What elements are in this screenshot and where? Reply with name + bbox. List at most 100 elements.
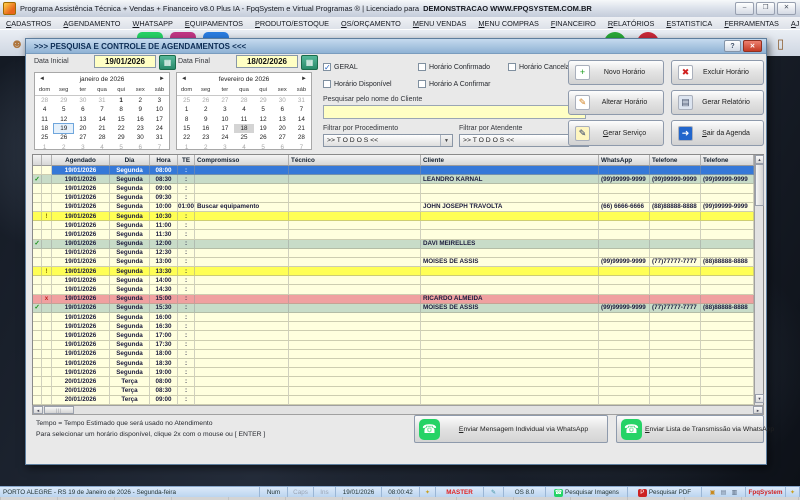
calendar-day[interactable]: 23 — [131, 124, 150, 133]
schedule-row[interactable]: 19/01/2026 Segunda 09:30: — [33, 193, 754, 203]
calendar-day[interactable]: 13 — [73, 115, 92, 124]
schedule-row[interactable]: 19/01/2026 Segunda 13:00: MOISES DE ASSIS (9… — [33, 257, 754, 268]
schedule-row[interactable]: 19/01/2026 Segunda 17:30: — [33, 340, 754, 350]
menu-menu-vendas[interactable]: MENU VENDAS — [407, 19, 473, 28]
calendar-day[interactable]: 6 — [131, 143, 150, 152]
schedule-row[interactable]: ! 19/01/2026 Segunda 10:30: — [33, 211, 754, 222]
date-start-field[interactable]: 19/01/2026 — [94, 55, 156, 68]
calendar-day[interactable]: 6 — [73, 105, 92, 114]
calendar-day[interactable]: 28 — [92, 133, 111, 142]
calendar-day[interactable]: 27 — [273, 133, 292, 142]
calendar-day[interactable]: 3 — [73, 143, 92, 152]
calendar-next-icon[interactable]: ► — [297, 76, 311, 82]
calendar-day[interactable]: 7 — [92, 105, 111, 114]
calendar-day[interactable]: 31 — [150, 133, 169, 142]
column-header-te[interactable]: TE — [178, 155, 195, 166]
calendar-day[interactable]: 15 — [112, 115, 131, 124]
calendar-day[interactable]: 20 — [73, 124, 92, 133]
calendar-day[interactable]: 1 — [35, 143, 54, 152]
enviar-lista-de-transmiss-o-via-whatsapp-button[interactable]: ☎ Enviar Lista de Transmissão via WhatsAp… — [616, 415, 774, 443]
calendar-day[interactable]: 31 — [92, 96, 111, 105]
checkbox-box[interactable] — [418, 80, 426, 88]
calendar-day[interactable]: 13 — [273, 115, 292, 124]
calendar-day[interactable]: 8 — [112, 105, 131, 114]
calendar-day[interactable]: 24 — [150, 124, 169, 133]
menu-relat-rios[interactable]: RELATÓRIOS — [602, 19, 661, 28]
menu-ferramentas[interactable]: FERRAMENTAS — [718, 19, 785, 28]
schedule-row[interactable]: x 19/01/2026 Segunda 15:00: RICARDO ALMEIDA — [33, 294, 754, 304]
checkbox-box[interactable] — [323, 80, 331, 88]
schedule-row[interactable]: 19/01/2026 Segunda 18:00: — [33, 349, 754, 359]
calendar-day[interactable]: 28 — [292, 133, 311, 142]
calendar-day[interactable]: 16 — [196, 124, 215, 133]
calendar-day[interactable]: 9 — [131, 105, 150, 114]
column-header-telefone[interactable]: Telefone — [701, 155, 754, 166]
vertical-scroll-thumb[interactable] — [755, 164, 764, 206]
schedule-row[interactable]: 19/01/2026 Segunda 16:30: — [33, 322, 754, 332]
schedule-row[interactable]: ✓ 19/01/2026 Segunda 15:30: MOISES DE ASSIS(… — [33, 303, 754, 313]
sair-da-agenda-button[interactable]: ➜ Sair da Agenda — [671, 120, 764, 146]
schedule-row[interactable]: 19/01/2026 Segunda 09:00: — [33, 184, 754, 194]
menu-equipamentos[interactable]: EQUIPAMENTOS — [179, 19, 249, 28]
calendar-day[interactable]: 28 — [234, 96, 253, 105]
calendar-end[interactable]: ◄ fevereiro de 2026 ► dom seg ter qua qui sex sáb… — [176, 72, 312, 152]
schedule-row[interactable]: 19/01/2026 Segunda 12:30: — [33, 248, 754, 258]
schedule-row[interactable]: 19/01/2026 Segunda 16:00: — [33, 313, 754, 323]
calendar-day[interactable]: 29 — [112, 133, 131, 142]
calendar-day[interactable]: 2 — [196, 143, 215, 152]
calendar-day[interactable]: 10 — [215, 115, 234, 124]
calendar-day[interactable]: 3 — [215, 105, 234, 114]
calendar-start[interactable]: ◄ janeiro de 2026 ► dom seg ter qua qui sex sáb 28… — [34, 72, 170, 152]
calendar-day[interactable]: 30 — [273, 96, 292, 105]
calendar-day[interactable]: 4 — [35, 105, 54, 114]
checkbox-box[interactable]: ✓ — [323, 63, 331, 72]
search-input[interactable] — [323, 105, 586, 119]
calendar-day[interactable]: 25 — [177, 96, 196, 105]
calendar-day[interactable]: 5 — [254, 143, 273, 152]
calendar-day[interactable]: 1 — [112, 96, 131, 105]
calendar-day[interactable]: 26 — [196, 96, 215, 105]
calendar-day[interactable]: 26 — [254, 133, 273, 142]
calendar-day[interactable]: 14 — [292, 115, 311, 124]
calendar-day[interactable]: 29 — [254, 96, 273, 105]
calendar-day[interactable]: 4 — [92, 143, 111, 152]
schedule-row[interactable]: 19/01/2026 Segunda 10:00 01:00 Buscar equipa… — [33, 202, 754, 212]
calendar-day[interactable]: 12 — [54, 115, 73, 124]
calendar-day[interactable]: 22 — [112, 124, 131, 133]
schedule-row[interactable]: 19/01/2026 Segunda 08:00: — [33, 166, 754, 176]
scroll-down-icon[interactable]: ▼ — [755, 394, 764, 403]
calendar-next-icon[interactable]: ► — [155, 76, 169, 82]
column-header-telefone[interactable]: Telefone — [650, 155, 701, 166]
calendar-day[interactable]: 5 — [112, 143, 131, 152]
column-header-blank[interactable] — [33, 155, 42, 166]
schedule-row[interactable]: ✓ 19/01/2026 Segunda 12:00: DAVI MEIRELLES — [33, 239, 754, 249]
menu-financeiro[interactable]: FINANCEIRO — [545, 19, 602, 28]
excluir-hor-rio-button[interactable]: ✖ Excluir Horário — [671, 60, 764, 85]
calendar-day[interactable]: 15 — [177, 124, 196, 133]
checkbox-hor-rio-dispon-vel[interactable]: Horário Disponível — [323, 80, 392, 88]
status-tool-icon[interactable]: ▤ — [719, 489, 728, 497]
close-button[interactable]: ✕ — [777, 2, 796, 15]
calendar-day[interactable]: 7 — [292, 143, 311, 152]
chevron-down-icon[interactable]: ▼ — [440, 135, 452, 146]
calendar-day[interactable]: 27 — [215, 96, 234, 105]
menu-produto-estoque[interactable]: PRODUTO/ESTOQUE — [249, 19, 335, 28]
calendar-day[interactable]: 18 — [35, 124, 54, 133]
calendar-day[interactable]: 19 — [53, 123, 75, 135]
calendar-day[interactable]: 25 — [234, 133, 253, 142]
status-search-pdf[interactable]: P — [637, 488, 647, 497]
column-header-dia[interactable]: Dia — [110, 155, 150, 166]
calendar-day[interactable]: 6 — [273, 105, 292, 114]
vertical-scrollbar[interactable]: ▲ ▼ — [754, 155, 764, 405]
menu-estatistica[interactable]: ESTATISTICA — [660, 19, 718, 28]
menu-os-or-amento[interactable]: OS/ORÇAMENTO — [335, 19, 407, 28]
column-header-t-cnico[interactable]: Técnico — [289, 155, 421, 166]
checkbox-geral[interactable]: ✓ GERAL — [323, 63, 358, 72]
checkbox-hor-rio-confirmado[interactable]: Horário Confirmado — [418, 63, 490, 71]
gerar-relat-rio-button[interactable]: ▤ Gerar Relatório — [671, 90, 764, 115]
dialog-help-button[interactable]: ? — [724, 40, 741, 52]
date-end-field[interactable]: 18/02/2026 — [236, 55, 298, 68]
schedule-row[interactable]: ! 19/01/2026 Segunda 13:30: — [33, 267, 754, 277]
calendar-day[interactable]: 6 — [273, 143, 292, 152]
calendar-day[interactable]: 23 — [196, 133, 215, 142]
